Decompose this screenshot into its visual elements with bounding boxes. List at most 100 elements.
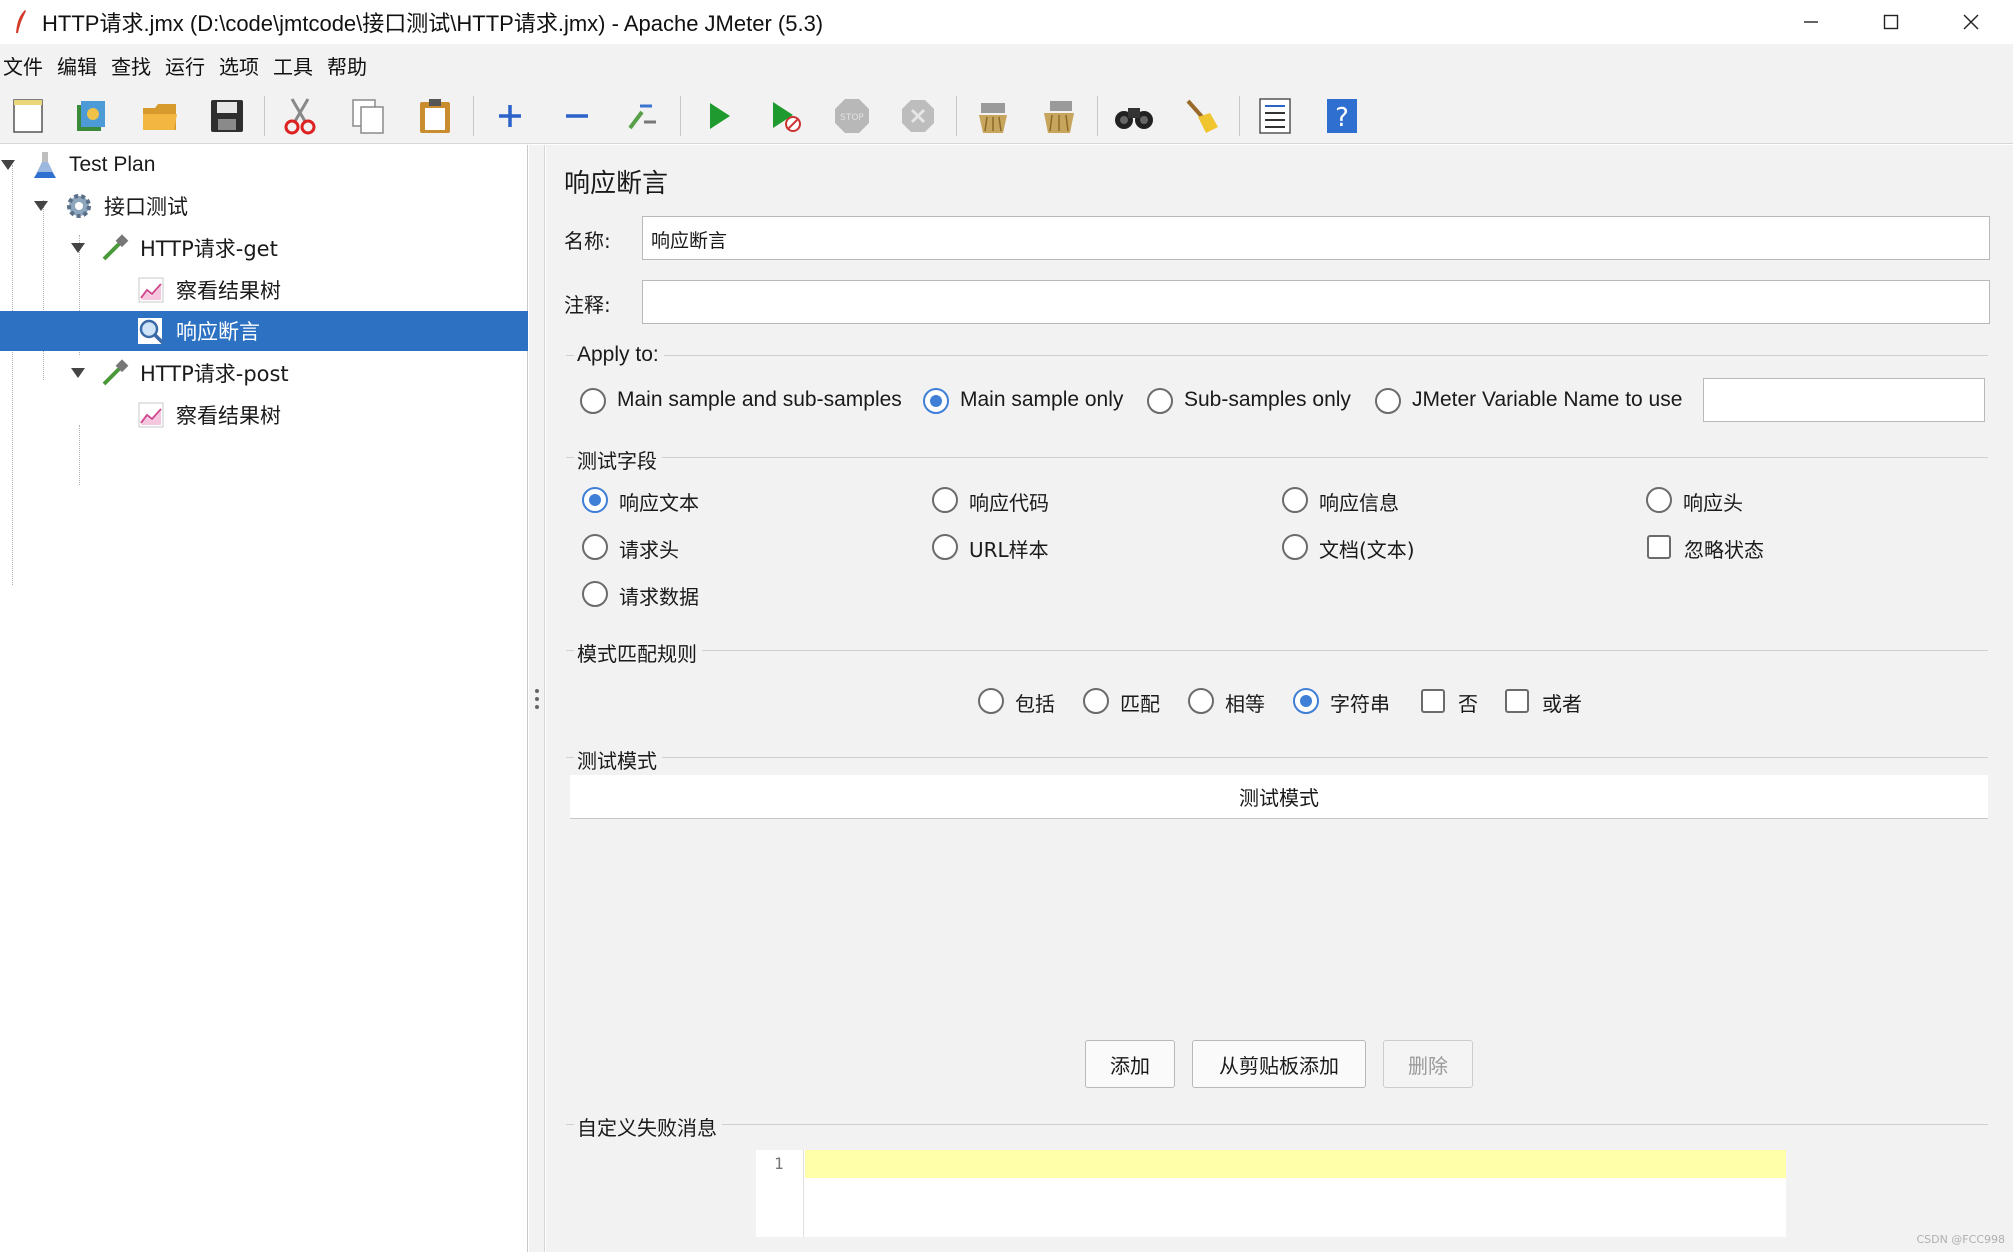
radio-document-text[interactable] (1282, 534, 1308, 560)
test-plan-tree: Test Plan 接口测试 HTTP请求-get 察看结果树 响应断言 HTT… (0, 145, 528, 1252)
radio-request-data[interactable] (582, 581, 608, 607)
menu-search[interactable]: 查找 (108, 51, 160, 80)
checkbox-label: 或者 (1542, 692, 1582, 716)
menu-run[interactable]: 运行 (162, 51, 214, 80)
clear-icon[interactable] (970, 94, 1014, 138)
menu-tools[interactable]: 工具 (270, 51, 322, 80)
close-button[interactable] (1931, 0, 2011, 44)
menu-bar: 文件 编辑 查找 运行 选项 工具 帮助 (0, 44, 2013, 86)
comment-field[interactable] (642, 280, 1990, 324)
radio-response-headers[interactable] (1646, 487, 1672, 513)
radio-label: Main sample only (960, 388, 1124, 411)
tree-node-label: 察看结果树 (176, 404, 281, 428)
radio-label: URL样本 (969, 538, 1049, 562)
radio-response-text[interactable] (582, 487, 608, 513)
minimize-button[interactable] (1771, 0, 1851, 44)
pattern-rules-title: 模式匹配规则 (574, 638, 702, 667)
tree-node-thread-group[interactable]: 接口测试 (0, 186, 528, 226)
radio-label: 包括 (1015, 692, 1055, 716)
split-pane-divider[interactable] (529, 145, 545, 1252)
function-helper-icon[interactable] (1253, 94, 1297, 138)
radio-label: 响应代码 (969, 491, 1049, 515)
expand-icon[interactable] (488, 94, 532, 138)
radio-url-sampled[interactable] (932, 534, 958, 560)
graph-listener-icon (135, 399, 167, 431)
panel-title: 响应断言 (564, 169, 669, 199)
graph-listener-icon (135, 274, 167, 306)
cut-icon[interactable] (278, 94, 322, 138)
radio-matches[interactable] (1083, 688, 1109, 714)
radio-main-and-sub[interactable] (580, 388, 606, 414)
line-number-gutter: 1 (756, 1150, 804, 1237)
expanded-triangle-icon[interactable] (34, 201, 48, 211)
add-from-clipboard-button[interactable]: 从剪贴板添加 (1192, 1040, 1366, 1088)
help-icon[interactable]: ? (1320, 94, 1364, 138)
stop-icon[interactable]: STOP (830, 94, 874, 138)
or-checkbox[interactable] (1505, 689, 1529, 713)
checkbox-label: 否 (1458, 692, 1478, 716)
delete-button[interactable]: 删除 (1383, 1040, 1473, 1088)
radio-label: 相等 (1225, 692, 1265, 716)
current-line-highlight[interactable] (805, 1150, 1786, 1178)
radio-label: 响应文本 (619, 491, 699, 515)
radio-request-headers[interactable] (582, 534, 608, 560)
toolbar: STOP ? (0, 86, 2013, 144)
watermark: CSDN @FCC998 (1916, 1233, 2005, 1246)
expanded-triangle-icon[interactable] (1, 160, 15, 170)
save-icon[interactable] (205, 94, 249, 138)
start-icon[interactable] (697, 94, 741, 138)
radio-sub-only[interactable] (1147, 388, 1173, 414)
magnifier-assertion-icon (135, 315, 167, 347)
new-icon[interactable] (6, 94, 50, 138)
menu-help[interactable]: 帮助 (324, 51, 376, 80)
start-no-pauses-icon[interactable] (763, 94, 807, 138)
binoculars-search-icon[interactable] (1112, 94, 1156, 138)
radio-jmeter-variable[interactable] (1375, 388, 1401, 414)
radio-main-only[interactable] (923, 388, 949, 414)
svg-text:?: ? (1335, 103, 1349, 133)
radio-label: 响应信息 (1319, 491, 1399, 515)
name-field[interactable]: 响应断言 (642, 216, 1990, 260)
title-bar: HTTP请求.jmx (D:\code\jmtcode\接口测试\HTTP请求.… (0, 0, 2013, 44)
tree-node-view-results-2[interactable]: 察看结果树 (0, 395, 528, 435)
tree-node-label: 察看结果树 (176, 279, 281, 303)
expanded-triangle-icon[interactable] (71, 243, 85, 253)
tree-node-response-assertion[interactable]: 响应断言 (0, 311, 528, 351)
ignore-status-checkbox[interactable] (1647, 535, 1671, 559)
tree-node-http-post[interactable]: HTTP请求-post (0, 353, 528, 393)
radio-substring[interactable] (1293, 688, 1319, 714)
shutdown-icon[interactable] (896, 94, 940, 138)
radio-contains[interactable] (978, 688, 1004, 714)
radio-response-code[interactable] (932, 487, 958, 513)
apply-to-title: Apply to: (574, 343, 664, 367)
add-button[interactable]: 添加 (1085, 1040, 1175, 1088)
tree-node-test-plan[interactable]: Test Plan (0, 145, 528, 185)
copy-icon[interactable] (346, 94, 390, 138)
patterns-table-header[interactable]: 测试模式 (570, 775, 1988, 819)
comment-label: 注释: (564, 293, 611, 317)
paste-icon[interactable] (413, 94, 457, 138)
tree-node-label: Test Plan (69, 153, 156, 176)
response-assertion-panel: 响应断言 名称: 响应断言 注释: Apply to: Main sample … (546, 145, 2013, 1252)
menu-file[interactable]: 文件 (0, 51, 52, 80)
svg-text:STOP: STOP (840, 113, 864, 123)
open-icon[interactable] (138, 94, 182, 138)
radio-label: 文档(文本) (1319, 538, 1415, 562)
radio-response-message[interactable] (1282, 487, 1308, 513)
reset-search-icon[interactable] (1179, 94, 1223, 138)
jmeter-variable-input[interactable] (1703, 378, 1985, 422)
radio-label: Main sample and sub-samples (617, 388, 902, 411)
failure-message-editor[interactable]: 1 (756, 1150, 1786, 1237)
clear-all-icon[interactable] (1037, 94, 1081, 138)
maximize-button[interactable] (1851, 0, 1931, 44)
menu-options[interactable]: 选项 (216, 51, 268, 80)
expanded-triangle-icon[interactable] (71, 368, 85, 378)
tree-node-view-results[interactable]: 察看结果树 (0, 270, 528, 310)
templates-icon[interactable] (70, 94, 114, 138)
not-checkbox[interactable] (1421, 689, 1445, 713)
menu-edit[interactable]: 编辑 (54, 51, 106, 80)
radio-equals[interactable] (1188, 688, 1214, 714)
toggle-icon[interactable] (620, 94, 664, 138)
collapse-icon[interactable] (555, 94, 599, 138)
tree-node-http-get[interactable]: HTTP请求-get (0, 228, 528, 268)
